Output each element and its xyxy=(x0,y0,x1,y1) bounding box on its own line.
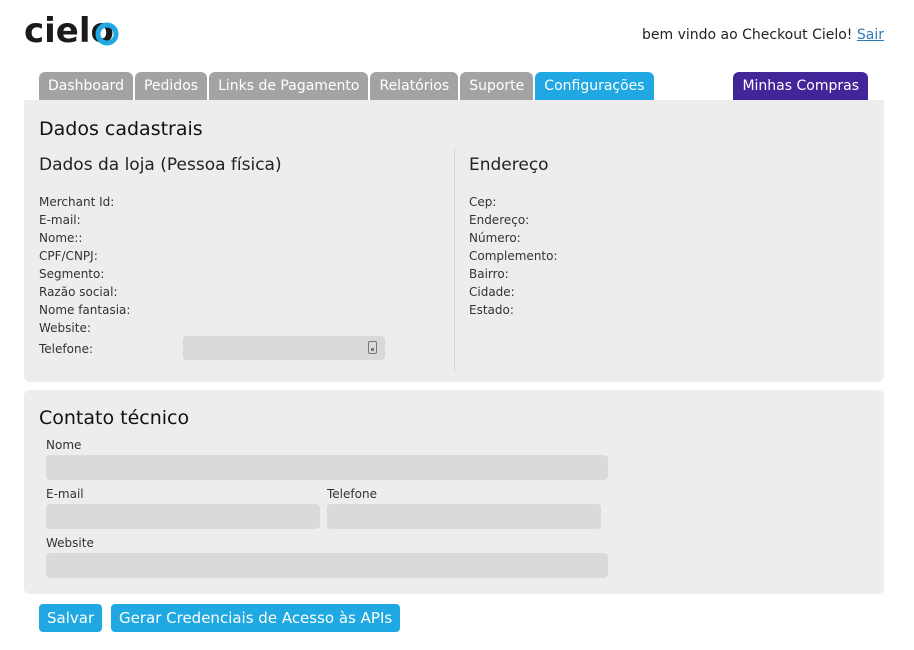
telefone-input[interactable] xyxy=(183,336,385,360)
cpf-cnpj-label: CPF/CNPJ: xyxy=(39,249,98,263)
endereco-label: Endereço: xyxy=(469,213,530,227)
tab-relatorios[interactable]: Relatórios xyxy=(370,72,459,100)
nome-label: Nome:: xyxy=(39,231,83,245)
phone-icon xyxy=(368,341,377,354)
website-label: Website: xyxy=(39,321,91,335)
cielo-logo: cielo xyxy=(24,13,119,49)
column-divider xyxy=(454,148,455,372)
contato-tecnico-panel: Contato técnico Nome E-mail Telefone Web… xyxy=(24,390,884,594)
logout-link[interactable]: Sair xyxy=(857,27,884,43)
endereco-field-list: Cep: Endereço: Número: Complemento: Bair… xyxy=(469,193,558,319)
telefone-label: Telefone: xyxy=(39,342,93,356)
cidade-label: Cidade: xyxy=(469,285,515,299)
loja-field-list: Merchant Id: E-mail: Nome:: CPF/CNPJ: Se… xyxy=(39,193,130,337)
tab-dashboard[interactable]: Dashboard xyxy=(39,72,133,100)
website-field-label: Website xyxy=(46,536,94,550)
cep-label: Cep: xyxy=(469,195,497,209)
merchant-id-label: Merchant Id: xyxy=(39,195,115,209)
welcome-bar: bem vindo ao Checkout Cielo! Sair xyxy=(642,27,884,43)
main-tabs: Dashboard Pedidos Links de Pagamento Rel… xyxy=(39,72,656,100)
contato-tecnico-title: Contato técnico xyxy=(39,407,190,429)
dados-loja-title: Dados da loja (Pessoa física) xyxy=(39,155,282,175)
dados-cadastrais-title: Dados cadastrais xyxy=(39,118,203,140)
tab-configuracoes[interactable]: Configurações xyxy=(535,72,654,100)
estado-label: Estado: xyxy=(469,303,514,317)
complemento-label: Complemento: xyxy=(469,249,558,263)
gerar-credenciais-button[interactable]: Gerar Credenciais de Acesso às APIs xyxy=(111,604,401,632)
nome-fantasia-label: Nome fantasia: xyxy=(39,303,131,317)
razao-social-label: Razão social: xyxy=(39,285,118,299)
numero-label: Número: xyxy=(469,231,521,245)
tab-pedidos[interactable]: Pedidos xyxy=(134,72,208,100)
tab-links-de-pagamento[interactable]: Links de Pagamento xyxy=(209,72,369,100)
email-input[interactable] xyxy=(46,504,320,529)
endereco-title: Endereço xyxy=(469,155,549,175)
telefone-field-label: Telefone xyxy=(327,487,377,501)
telefone-contato-input[interactable] xyxy=(327,504,601,529)
email-field-label: E-mail xyxy=(46,487,84,501)
nome-input[interactable] xyxy=(46,455,608,480)
dados-cadastrais-panel: Dados cadastrais Dados da loja (Pessoa f… xyxy=(24,100,884,382)
segmento-label: Segmento: xyxy=(39,267,105,281)
bairro-label: Bairro: xyxy=(469,267,509,281)
website-input[interactable] xyxy=(46,553,608,578)
tab-minhas-compras[interactable]: Minhas Compras xyxy=(733,72,868,100)
tab-suporte[interactable]: Suporte xyxy=(460,72,534,100)
welcome-text: bem vindo ao Checkout Cielo! xyxy=(641,27,853,43)
salvar-button[interactable]: Salvar xyxy=(39,604,103,632)
nome-field-label: Nome xyxy=(46,438,82,452)
email-label: E-mail: xyxy=(39,213,81,227)
